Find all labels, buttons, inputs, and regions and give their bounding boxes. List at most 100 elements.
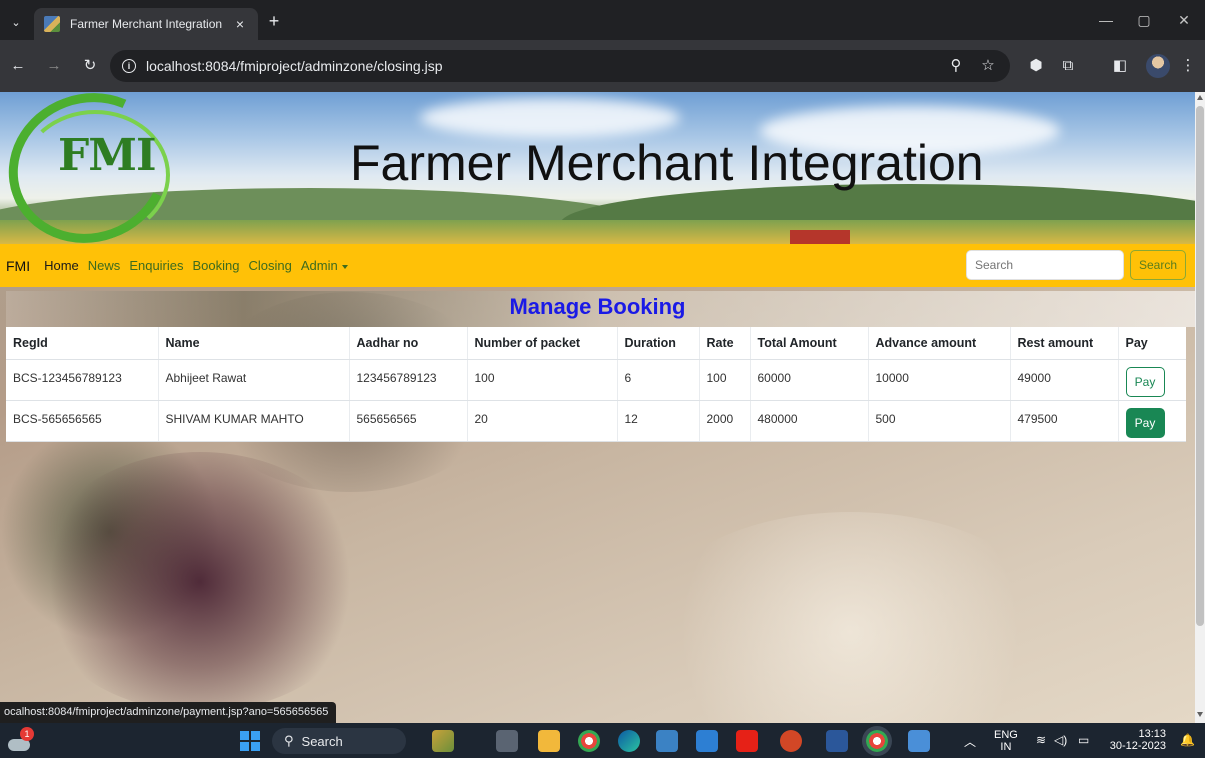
new-tab-button[interactable]: + [264, 12, 284, 32]
column-header: Rate [699, 327, 751, 360]
scroll-down-icon[interactable] [1197, 712, 1203, 717]
nav-link-enquiries[interactable]: Enquiries [129, 258, 183, 273]
extension-icon[interactable]: ⬢ [1026, 56, 1046, 76]
side-panel-icon[interactable]: ◧ [1110, 56, 1130, 76]
minimize-icon[interactable]: — [1096, 12, 1116, 28]
tab-close-icon[interactable]: × [232, 16, 248, 32]
browser-tab[interactable]: Farmer Merchant Integration × [34, 8, 258, 40]
chrome-icon[interactable] [578, 730, 600, 752]
field [0, 220, 1195, 244]
cell-name: Abhijeet Rawat [158, 359, 350, 401]
page-scrollbar[interactable] [1195, 92, 1205, 723]
windows-start-icon[interactable] [240, 731, 260, 751]
clock[interactable]: 13:13 30-12-2023 [1104, 728, 1166, 752]
cell-advance: 10000 [868, 359, 1011, 401]
language-region: IN [1000, 741, 1012, 753]
tray-chevron-up-icon[interactable]: ︿ [964, 733, 976, 750]
language-indicator[interactable]: ENG IN [994, 729, 1018, 753]
file-explorer-icon[interactable] [538, 730, 560, 752]
column-header: Duration [617, 327, 700, 360]
taskbar-search-label: Search [301, 733, 343, 749]
widgets-app-icon[interactable] [432, 730, 454, 752]
kebab-menu-icon[interactable]: ⋮ [1178, 56, 1198, 76]
profile-avatar[interactable] [1146, 54, 1170, 78]
cell-packets: 20 [467, 400, 618, 442]
vscode-icon[interactable] [696, 730, 718, 752]
pay-button[interactable]: Pay [1125, 366, 1165, 397]
task-view-icon[interactable] [496, 730, 518, 752]
powerpoint-icon[interactable] [780, 730, 802, 752]
reload-icon[interactable]: ↻ [80, 56, 100, 76]
tab-search-menu-icon[interactable]: ⌄ [6, 12, 26, 32]
wifi-icon[interactable]: ≋ [1036, 733, 1046, 747]
booking-table: RegId Name Aadhar no Number of packet Du… [6, 327, 1186, 442]
nav-dropdown-admin[interactable]: Admin [301, 258, 348, 273]
zoom-icon[interactable]: ⚲ [946, 56, 966, 76]
app-box-icon[interactable] [908, 730, 930, 752]
cell-regid: BCS-123456789123 [6, 359, 159, 401]
cell-aadhar: 123456789123 [349, 359, 468, 401]
back-icon[interactable]: ← [8, 56, 28, 76]
close-window-icon[interactable]: ✕ [1174, 12, 1194, 29]
column-header: Aadhar no [349, 327, 468, 360]
column-header: Number of packet [467, 327, 618, 360]
nav-link-admin: Admin [300, 258, 338, 273]
notification-bell-icon[interactable]: 🔔 [1180, 733, 1195, 747]
forward-icon[interactable]: → [44, 56, 64, 76]
cell-name: SHIVAM KUMAR MAHTO [158, 400, 350, 442]
store-icon[interactable] [656, 730, 678, 752]
search-icon: ⚲ [284, 733, 294, 748]
background-blur [640, 512, 1060, 723]
nav-link-news[interactable]: News [88, 258, 121, 273]
column-header: RegId [6, 327, 159, 360]
bookmark-star-icon[interactable]: ☆ [978, 56, 998, 76]
header-banner: FMI Farmer Merchant Integration [0, 92, 1195, 244]
clock-date: 30-12-2023 [1109, 740, 1166, 752]
navbar: FMI Home News Enquiries Booking Closing … [0, 244, 1195, 287]
status-bar-url: ocalhost:8084/fmiproject/adminzone/payme… [0, 702, 337, 723]
column-header: Advance amount [868, 327, 1011, 360]
taskbar-search[interactable]: ⚲ Search [272, 728, 406, 754]
word-icon[interactable] [826, 730, 848, 752]
url-field[interactable]: i localhost:8084/fmiproject/adminzone/cl… [110, 50, 1010, 82]
notification-badge: 1 [20, 727, 34, 741]
taskbar: 1 ⚲ Search ︿ ENG IN ≋ ◁) ▭ 13:13 30-12-2… [0, 723, 1205, 758]
cell-advance: 500 [868, 400, 1011, 442]
table-row: BCS-123456789123 Abhijeet Rawat 12345678… [6, 359, 1186, 401]
scroll-up-icon[interactable] [1197, 95, 1203, 100]
column-header: Total Amount [750, 327, 869, 360]
page-viewport: FMI Farmer Merchant Integration FMI Home… [0, 92, 1195, 723]
column-header: Rest amount [1010, 327, 1119, 360]
pay-button[interactable]: Pay [1125, 407, 1165, 438]
favicon-icon [44, 16, 60, 32]
logo: FMI [58, 130, 157, 181]
edge-icon[interactable] [618, 730, 640, 752]
weather-widget[interactable]: 1 [6, 727, 34, 753]
cell-duration: 12 [617, 400, 700, 442]
page-title: Manage Booking [509, 294, 686, 319]
background-blur [30, 452, 370, 712]
volume-icon[interactable]: ◁) [1054, 733, 1067, 747]
address-bar: ← → ↻ i localhost:8084/fmiproject/adminz… [0, 40, 1205, 92]
navbar-brand[interactable]: FMI [6, 258, 30, 274]
cloud [420, 98, 680, 138]
restore-icon[interactable]: ▢ [1134, 12, 1154, 29]
nav-link-home[interactable]: Home [44, 258, 79, 273]
tab-title: Farmer Merchant Integration [70, 17, 223, 31]
search-button[interactable]: Search [1130, 250, 1186, 280]
nav-link-booking[interactable]: Booking [193, 258, 240, 273]
cell-rate: 100 [699, 359, 751, 401]
puzzle-icon[interactable]: ⧉ [1058, 56, 1078, 76]
column-header: Pay [1118, 327, 1186, 360]
site-title: Farmer Merchant Integration [350, 135, 984, 191]
chrome-active-icon[interactable] [866, 730, 888, 752]
info-icon[interactable]: i [122, 59, 136, 73]
nav-link-closing[interactable]: Closing [249, 258, 292, 273]
scroll-thumb[interactable] [1196, 106, 1204, 626]
youtube-icon[interactable] [736, 730, 758, 752]
barn [790, 230, 850, 244]
battery-icon[interactable]: ▭ [1078, 733, 1089, 747]
search-input[interactable] [966, 250, 1124, 280]
cell-pay: Pay [1118, 400, 1186, 442]
url-text: localhost:8084/fmiproject/adminzone/clos… [146, 58, 443, 74]
